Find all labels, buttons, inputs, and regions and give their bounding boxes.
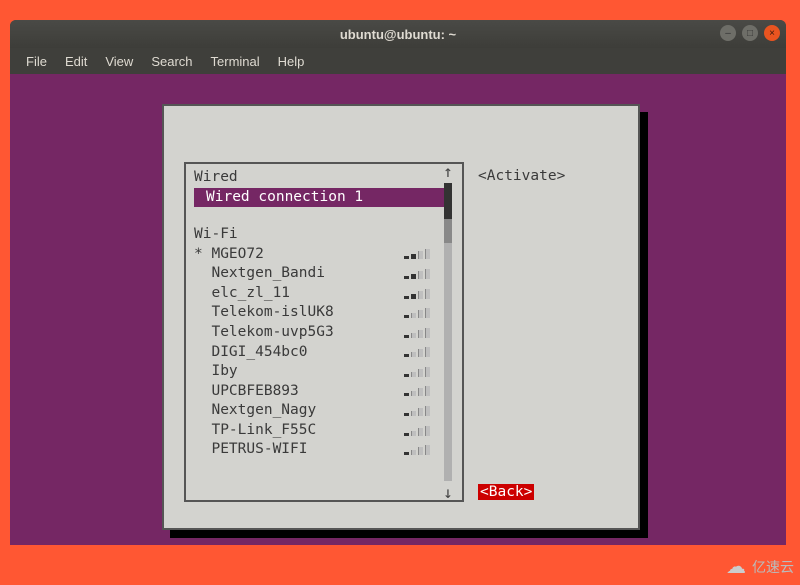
signal-icon xyxy=(404,406,432,416)
close-icon[interactable]: × xyxy=(764,25,780,41)
wifi-item[interactable]: Telekom-islUK8 xyxy=(194,303,432,323)
wifi-item[interactable]: Nextgen_Bandi xyxy=(194,264,432,284)
wifi-item[interactable]: TP-Link_F55C xyxy=(194,421,432,441)
minimize-icon[interactable]: – xyxy=(720,25,736,41)
menu-search[interactable]: Search xyxy=(143,51,200,72)
connection-list[interactable]: Wired Wired connection 1 Wi-Fi * MGEO72 … xyxy=(184,162,464,502)
wifi-name: UPCBFEB893 xyxy=(194,382,299,402)
menu-edit[interactable]: Edit xyxy=(57,51,95,72)
wifi-item[interactable]: Iby xyxy=(194,362,432,382)
back-button[interactable]: <Back> xyxy=(478,484,534,500)
wifi-item[interactable]: Nextgen_Nagy xyxy=(194,401,432,421)
signal-icon xyxy=(404,289,432,299)
signal-icon xyxy=(404,249,432,259)
wifi-name: Nextgen_Nagy xyxy=(194,401,316,421)
wifi-name: DIGI_454bc0 xyxy=(194,343,308,363)
wifi-item[interactable]: DIGI_454bc0 xyxy=(194,343,432,363)
signal-icon xyxy=(404,445,432,455)
wifi-item[interactable]: UPCBFEB893 xyxy=(194,382,432,402)
wifi-item[interactable]: Telekom-uvp5G3 xyxy=(194,323,432,343)
window-controls: – □ × xyxy=(720,25,780,41)
signal-icon xyxy=(404,426,432,436)
wifi-item[interactable]: elc_zl_11 xyxy=(194,284,432,304)
wifi-item[interactable]: PETRUS-WIFI xyxy=(194,440,432,460)
activate-button[interactable]: <Activate> xyxy=(478,168,565,184)
scrollbar-thumb[interactable] xyxy=(444,183,452,219)
wifi-name: elc_zl_11 xyxy=(194,284,290,304)
scroll-down-icon[interactable]: ↓ xyxy=(443,483,453,502)
watermark-text: 亿速云 xyxy=(752,557,794,577)
terminal-window: ubuntu@ubuntu: ~ – □ × File Edit View Se… xyxy=(10,20,786,545)
scroll-up-icon[interactable]: ↑ xyxy=(443,162,453,181)
menu-file[interactable]: File xyxy=(18,51,55,72)
wifi-name: Telekom-uvp5G3 xyxy=(194,323,334,343)
nmtui-dialog: Wired Wired connection 1 Wi-Fi * MGEO72 … xyxy=(162,104,640,530)
signal-icon xyxy=(404,386,432,396)
terminal-body[interactable]: Wired Wired connection 1 Wi-Fi * MGEO72 … xyxy=(10,74,786,545)
scrollbar-track[interactable] xyxy=(444,183,452,481)
wifi-name: Telekom-islUK8 xyxy=(194,303,334,323)
wifi-name: TP-Link_F55C xyxy=(194,421,316,441)
maximize-icon[interactable]: □ xyxy=(742,25,758,41)
scrollbar[interactable]: ↑ ↓ xyxy=(436,162,460,502)
signal-icon xyxy=(404,308,432,318)
watermark: ☁ 亿速云 xyxy=(726,554,794,579)
wifi-name: Nextgen_Bandi xyxy=(194,264,325,284)
signal-icon xyxy=(404,269,432,279)
wifi-name: PETRUS-WIFI xyxy=(194,440,308,460)
wifi-header: Wi-Fi xyxy=(194,225,460,245)
scrollbar-thumb-secondary xyxy=(444,219,452,243)
window-title: ubuntu@ubuntu: ~ xyxy=(340,27,456,42)
wired-connection-selected[interactable]: Wired connection 1 xyxy=(194,188,444,208)
wifi-name: Iby xyxy=(194,362,238,382)
signal-icon xyxy=(404,328,432,338)
titlebar[interactable]: ubuntu@ubuntu: ~ – □ × xyxy=(10,20,786,48)
menu-terminal[interactable]: Terminal xyxy=(203,51,268,72)
signal-icon xyxy=(404,347,432,357)
menu-view[interactable]: View xyxy=(97,51,141,72)
wired-header: Wired xyxy=(194,168,460,188)
menu-help[interactable]: Help xyxy=(270,51,313,72)
wifi-item[interactable]: * MGEO72 xyxy=(194,245,432,265)
cloud-icon: ☁ xyxy=(726,554,746,579)
menubar: File Edit View Search Terminal Help xyxy=(10,48,786,74)
wifi-name: * MGEO72 xyxy=(194,245,264,265)
signal-icon xyxy=(404,367,432,377)
